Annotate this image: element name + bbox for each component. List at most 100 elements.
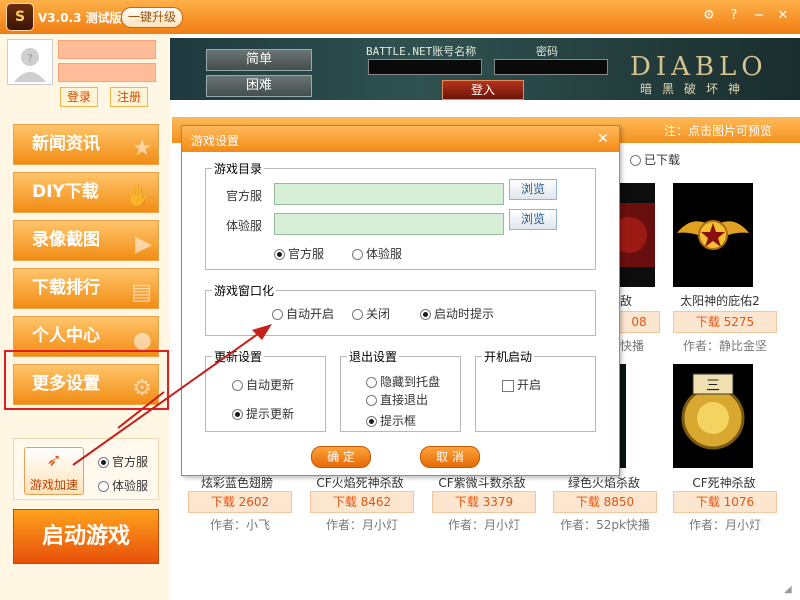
- checkbox-label: 开启: [517, 378, 542, 392]
- winged-sun-emblem-icon: [677, 220, 749, 250]
- game-banner: 简单 困难 BATTLE.NET账号名称 密码 登入 DIABLO 暗黑破坏神: [170, 38, 800, 100]
- downloaded-filter-radio[interactable]: 已下载: [630, 151, 680, 168]
- password-label: 密码: [536, 45, 558, 58]
- enter-button[interactable]: 登入: [442, 80, 524, 100]
- item-title: CF死神杀敌: [692, 476, 756, 490]
- checkbox-icon: [502, 379, 514, 392]
- exit-direct-radio[interactable]: 直接退出: [366, 391, 428, 408]
- gold-medallion-icon: 三: [681, 373, 745, 450]
- windowed-prompt-radio[interactable]: 启动时提示: [420, 305, 494, 322]
- dir-official-radio[interactable]: 官方服: [274, 245, 324, 262]
- item-author: 作者：月小灯: [325, 518, 398, 532]
- game-logo-text: DIABLO: [630, 52, 768, 82]
- star-icon: ★: [132, 136, 152, 161]
- item-author: 作者：月小灯: [447, 518, 520, 532]
- close-icon[interactable]: ✕: [592, 128, 614, 150]
- app-version: V3.0.3 测试版: [38, 11, 122, 25]
- download-button[interactable]: 下载 5275: [673, 311, 777, 333]
- radio-unselected-icon: [352, 309, 363, 320]
- radio-label: 直接退出: [380, 393, 429, 407]
- radio-selected-icon: [232, 409, 243, 420]
- sidebar-item-news[interactable]: 新闻资讯 ★: [13, 124, 159, 165]
- sidebar-item-diy-download[interactable]: DIY下载 ✋: [13, 172, 159, 213]
- dialog-title: 游戏设置: [191, 134, 240, 148]
- item-author: 作者：52pk快播: [560, 518, 650, 532]
- dir-test-radio[interactable]: 体验服: [352, 245, 402, 262]
- svg-text:?: ?: [27, 52, 33, 65]
- close-icon[interactable]: ✕: [774, 7, 792, 25]
- radio-label: 体验服: [112, 479, 149, 493]
- battlenet-label: BATTLE.NET账号名称: [366, 45, 477, 58]
- radio-label: 关闭: [366, 307, 391, 321]
- radio-label: 提示框: [380, 414, 417, 428]
- help-icon[interactable]: ?: [725, 7, 743, 25]
- play-icon: ▶: [135, 232, 152, 257]
- radio-unselected-icon: [366, 377, 377, 388]
- test-server-radio[interactable]: 体验服: [98, 477, 148, 494]
- group-legend: 开机启动: [484, 350, 533, 364]
- minimize-icon[interactable]: −: [750, 7, 768, 25]
- hard-difficulty-button[interactable]: 困难: [206, 75, 312, 97]
- official-server-radio[interactable]: 官方服: [98, 453, 148, 470]
- official-dir-input[interactable]: [274, 183, 504, 205]
- exit-prompt-radio[interactable]: 提示框: [366, 412, 416, 429]
- download-button[interactable]: 下载 1076: [673, 491, 777, 513]
- windowed-auto-radio[interactable]: 自动开启: [272, 305, 334, 322]
- sidebar-item-label: 个人中心: [32, 326, 100, 346]
- item-thumbnail[interactable]: [673, 183, 753, 287]
- radio-label: 自动更新: [246, 378, 295, 392]
- password-field[interactable]: [58, 63, 156, 82]
- battlenet-account-input[interactable]: [368, 59, 482, 75]
- download-button[interactable]: 下载 8850: [553, 491, 657, 513]
- item-title: CF火焰死神杀敌: [316, 476, 404, 490]
- start-game-button[interactable]: 启动游戏: [13, 509, 159, 564]
- windowed-off-radio[interactable]: 关闭: [352, 305, 390, 322]
- item-title: CF紫微斗数杀敌: [438, 476, 526, 490]
- radio-unselected-icon: [366, 395, 377, 406]
- auto-update-radio[interactable]: 自动更新: [232, 376, 294, 393]
- cancel-button[interactable]: 取 消: [420, 446, 480, 468]
- game-accelerator-button[interactable]: ➶ 游戏加速: [24, 447, 84, 495]
- avatar: ?: [7, 39, 53, 85]
- sidebar-item-label: 录像截图: [32, 230, 100, 250]
- item-thumbnail[interactable]: 三: [673, 364, 753, 468]
- resize-grip-icon[interactable]: ◢: [784, 584, 798, 598]
- ok-button[interactable]: 确 定: [311, 446, 371, 468]
- username-field[interactable]: [58, 40, 156, 59]
- svg-text:三: 三: [706, 378, 720, 394]
- battlenet-password-input[interactable]: [494, 59, 608, 75]
- settings-icon[interactable]: ⚙: [700, 7, 718, 25]
- radio-selected-icon: [274, 249, 285, 260]
- sidebar-item-recordings[interactable]: 录像截图 ▶: [13, 220, 159, 261]
- browse-test-button[interactable]: 浏览: [509, 209, 557, 230]
- radio-unselected-icon: [352, 249, 363, 260]
- download-button[interactable]: 08: [618, 311, 660, 333]
- sidebar-item-label: 下载排行: [32, 278, 100, 298]
- sidebar-item-download-ranking[interactable]: 下载排行 ▤: [13, 268, 159, 309]
- prompt-update-radio[interactable]: 提示更新: [232, 405, 294, 422]
- startup-checkbox[interactable]: 开启: [502, 376, 541, 393]
- download-button[interactable]: 下载 8462: [310, 491, 414, 513]
- preview-hint: 注：点击图片可预览: [664, 124, 773, 138]
- login-button[interactable]: 登录: [60, 87, 98, 107]
- register-button[interactable]: 注册: [110, 87, 148, 107]
- test-dir-input[interactable]: [274, 213, 504, 235]
- dialog-title-bar: [182, 126, 619, 152]
- normal-difficulty-button[interactable]: 简单: [206, 49, 312, 71]
- upgrade-button[interactable]: 一键升级: [121, 7, 183, 28]
- download-button[interactable]: 下载 3379: [432, 491, 536, 513]
- official-dir-label: 官方服: [226, 189, 263, 203]
- sidebar-item-label: DIY下载: [32, 182, 99, 202]
- accelerator-panel: ➶ 游戏加速 官方服 体验服: [13, 438, 159, 500]
- accelerator-label: 游戏加速: [29, 478, 78, 492]
- radio-label: 自动开启: [286, 307, 335, 321]
- test-dir-label: 体验服: [226, 219, 263, 233]
- user-silhouette-icon: ?: [14, 48, 46, 82]
- exit-tray-radio[interactable]: 隐藏到托盘: [366, 373, 440, 390]
- app-logo-icon: S: [6, 3, 34, 31]
- browse-official-button[interactable]: 浏览: [509, 179, 557, 200]
- download-button[interactable]: 下载 2602: [188, 491, 292, 513]
- radio-unselected-icon: [232, 380, 243, 391]
- radio-label: 官方服: [112, 455, 149, 469]
- radio-label: 已下载: [644, 153, 681, 167]
